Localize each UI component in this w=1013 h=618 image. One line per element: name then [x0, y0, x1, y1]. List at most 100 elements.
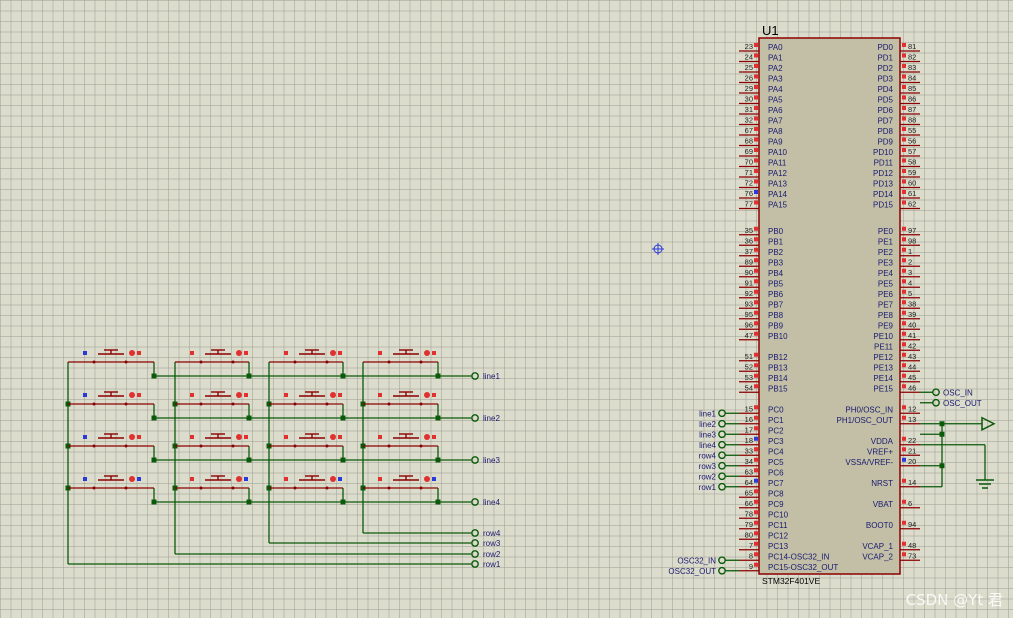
- switch-terminal: [92, 444, 96, 448]
- push-button[interactable]: [175, 349, 249, 364]
- switch-state-icon: [129, 476, 135, 482]
- push-button[interactable]: [269, 349, 343, 364]
- pin-marker: [754, 489, 758, 494]
- pin-name: PA3: [768, 75, 783, 84]
- pin-name: PD7: [877, 117, 893, 126]
- pin-name: PD11: [874, 159, 894, 168]
- pin-marker: [754, 43, 758, 47]
- push-button[interactable]: [175, 475, 249, 490]
- push-button[interactable]: [68, 433, 154, 448]
- pin-name: PD0: [877, 43, 893, 52]
- pin-number: 37: [745, 247, 753, 256]
- pin-marker: [432, 477, 436, 481]
- terminal-icon: [471, 498, 479, 506]
- pin-number: 58: [908, 158, 916, 167]
- pin-marker: [902, 352, 906, 357]
- pin-name: PA10: [768, 148, 788, 157]
- pin-marker: [83, 435, 87, 439]
- push-button[interactable]: [175, 391, 249, 406]
- pin-marker: [754, 415, 758, 420]
- pin-marker: [754, 510, 758, 515]
- pin-number: 53: [745, 373, 753, 382]
- pin-name: PB12: [768, 353, 788, 362]
- terminal-label: row3: [483, 539, 501, 548]
- pin-name: PC12: [768, 531, 789, 540]
- pin-number: 31: [745, 105, 753, 114]
- push-button[interactable]: [269, 433, 343, 448]
- pin-marker: [83, 477, 87, 481]
- pin-marker: [83, 393, 87, 397]
- pin-name: VDDA: [871, 437, 894, 446]
- pin-marker: [902, 405, 906, 410]
- push-button[interactable]: [363, 475, 438, 490]
- push-button[interactable]: [68, 475, 154, 490]
- pin-number: 15: [745, 404, 753, 413]
- terminal-icon: [932, 388, 940, 397]
- push-button[interactable]: [363, 433, 438, 448]
- pin-name: PD3: [877, 75, 893, 84]
- pin-number: 73: [908, 551, 916, 560]
- terminal-icon: [718, 409, 726, 418]
- terminal-label: row1: [483, 560, 501, 569]
- pin-name: PA9: [768, 138, 783, 147]
- pin-marker: [137, 477, 141, 481]
- pin-marker: [190, 393, 194, 397]
- microcontroller-u1[interactable]: U1STM32F401VE23 PA024 PA125 PA226 PA329 PA430…: [739, 23, 920, 586]
- terminal-icon: [471, 550, 479, 558]
- pin-marker: [244, 477, 248, 481]
- switch-state-icon: [236, 434, 242, 440]
- pin-name: PH0/OSC_IN: [845, 405, 893, 414]
- pin-number: 62: [908, 200, 916, 209]
- pin-number: 63: [745, 467, 753, 476]
- push-button[interactable]: [269, 391, 343, 406]
- terminal-icon: [471, 456, 479, 464]
- push-button[interactable]: [363, 349, 438, 364]
- pin-name: NRST: [871, 479, 893, 488]
- pin-name: VREF+: [867, 447, 893, 456]
- pin-number: 70: [745, 158, 753, 167]
- pin-marker: [902, 200, 906, 205]
- pin-number: 36: [745, 236, 753, 245]
- switch-state-icon: [330, 350, 336, 356]
- pin-number: 87: [908, 105, 916, 114]
- pin-marker: [754, 127, 758, 131]
- terminal-icon: [718, 451, 726, 460]
- pin-number: 45: [908, 373, 916, 382]
- pin-marker: [754, 258, 758, 263]
- pin-number: 93: [745, 299, 753, 308]
- pin-number: 38: [908, 299, 916, 308]
- pin-marker: [338, 435, 342, 439]
- pin-marker: [754, 226, 758, 231]
- chip-ref-label: U1: [762, 23, 779, 38]
- pin-name: VCAP_1: [862, 542, 893, 551]
- pin-marker: [754, 436, 758, 441]
- terminal-label: line3: [699, 430, 716, 439]
- pin-number: 25: [745, 63, 753, 72]
- pin-number: 56: [908, 137, 916, 146]
- terminal-label: line1: [699, 409, 716, 418]
- switch-terminal: [124, 486, 128, 490]
- push-button[interactable]: [68, 391, 154, 406]
- pin-number: 88: [908, 116, 916, 125]
- switch-terminal: [325, 360, 329, 364]
- terminal-label: row1: [699, 483, 717, 492]
- terminal-label: row4: [699, 451, 717, 460]
- pin-number: 59: [908, 168, 916, 177]
- pin-name: PB13: [768, 363, 788, 372]
- push-button[interactable]: [269, 475, 343, 490]
- pin-name: PC2: [768, 426, 784, 435]
- pin-name: PA5: [768, 96, 783, 105]
- pin-name: PC14-OSC32_IN: [768, 552, 830, 561]
- switch-terminal: [231, 360, 235, 364]
- switch-terminal: [325, 402, 329, 406]
- pin-number: 64: [745, 478, 753, 487]
- terminal-icon: [718, 566, 726, 575]
- push-button[interactable]: [175, 433, 249, 448]
- junction-dot: [939, 431, 945, 437]
- pin-number: 47: [745, 331, 753, 340]
- push-button[interactable]: [68, 349, 154, 364]
- push-button[interactable]: [363, 391, 438, 406]
- junction-dot: [340, 415, 346, 421]
- switch-terminal: [293, 360, 297, 364]
- pin-marker: [754, 85, 758, 89]
